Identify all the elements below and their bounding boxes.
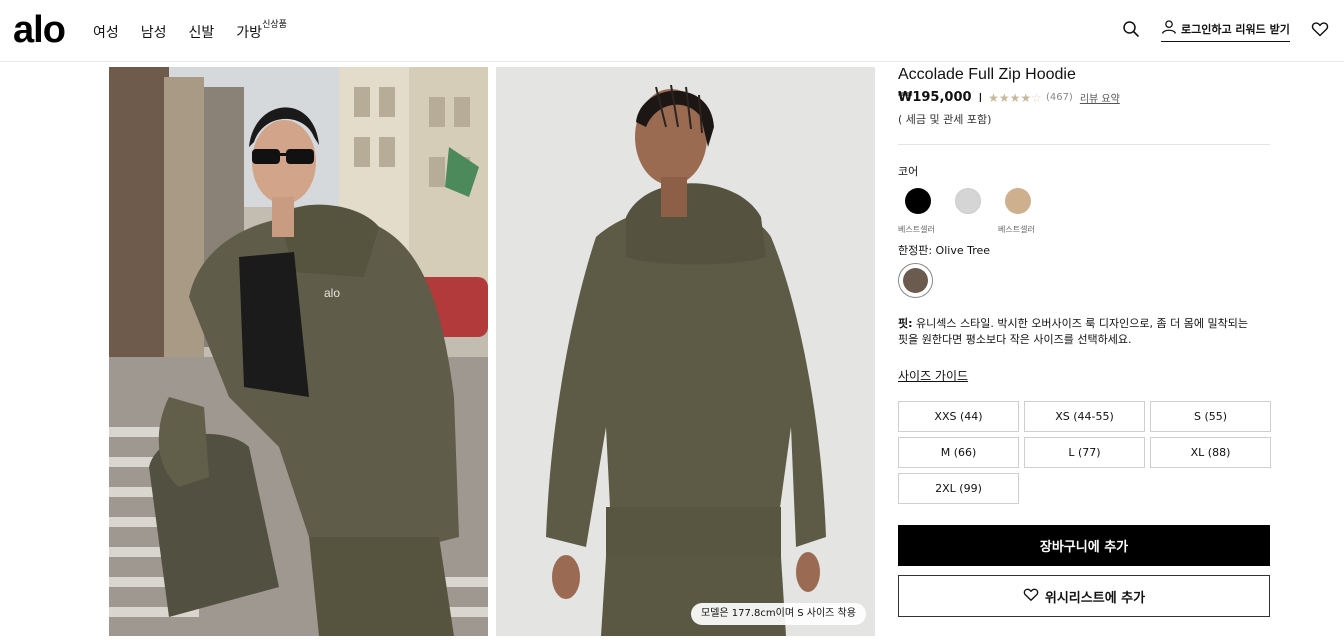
- nav-bags-label: 가방: [236, 25, 263, 41]
- size-option-l[interactable]: L (77): [1024, 437, 1145, 468]
- tax-note: ( 세금 및 관세 포함): [898, 113, 992, 126]
- login-label: 로그인하고 리워드 받기: [1181, 22, 1290, 36]
- product-image-back[interactable]: 모델은 177.8cm이며 S 사이즈 착용: [496, 67, 875, 636]
- divider: [898, 144, 1270, 145]
- product-price: ₩195,000: [898, 90, 972, 105]
- size-option-xs[interactable]: XS (44-55): [1024, 401, 1145, 432]
- size-option-xl[interactable]: XL (88): [1150, 437, 1271, 468]
- nav-shoes-label: 신발: [188, 25, 215, 41]
- product-title: Accolade Full Zip Hoodie: [898, 66, 1076, 83]
- fit-description: 핏: 유니섹스 스타일. 박시한 오버사이즈 룩 디자인으로, 좀 더 몸에 밀…: [898, 316, 1260, 348]
- size-option-2xl[interactable]: 2XL (99): [898, 473, 1019, 504]
- nav-new-badge: 신상품: [262, 20, 287, 30]
- fit-label: 핏:: [898, 317, 913, 330]
- bestseller-tag: 베스트셀러: [898, 225, 935, 234]
- color-swatch-grey[interactable]: [955, 188, 981, 214]
- nav-women[interactable]: 여성: [93, 22, 119, 42]
- color-swatch-black[interactable]: [905, 188, 931, 214]
- swatch-option: 베스트셀러: [998, 186, 1048, 238]
- search-icon[interactable]: [1122, 20, 1140, 38]
- core-swatches: 베스트셀러 베스트셀러: [898, 186, 1048, 238]
- size-guide-link[interactable]: 사이즈 가이드: [898, 367, 968, 384]
- swatch-option: [948, 186, 998, 238]
- size-option-s[interactable]: S (55): [1150, 401, 1271, 432]
- main-nav: 여성 남성 신발 가방 신상품: [93, 20, 287, 42]
- olive-tree-swatch-fill: [903, 268, 928, 293]
- size-option-xxs[interactable]: XXS (44): [898, 401, 1019, 432]
- star-filled-icon: ★: [998, 90, 1010, 105]
- product-image-lifestyle[interactable]: alo: [109, 67, 488, 636]
- color-swatch-olive-tree-selected[interactable]: [898, 263, 933, 298]
- alo-logo[interactable]: alo: [13, 8, 66, 52]
- price-separator: I: [978, 90, 983, 105]
- wishlist-label: 위시리스트에 추가: [1044, 590, 1146, 606]
- nav-shoes[interactable]: 신발: [189, 22, 215, 42]
- star-empty-icon: ☆: [1031, 90, 1042, 105]
- limited-edition-label: 한정판: Olive Tree: [898, 244, 991, 257]
- user-icon: [1161, 19, 1177, 38]
- rating-stars[interactable]: ★ ★ ★ ★ ☆: [988, 92, 1042, 104]
- nav-women-label: 여성: [93, 25, 119, 41]
- heart-icon[interactable]: [1311, 20, 1329, 38]
- price-rating-row: ₩195,000 I ★ ★ ★ ★ ☆ (467) 리뷰 요약: [898, 90, 1120, 105]
- heart-icon: [1023, 587, 1039, 606]
- star-filled-icon: ★: [988, 90, 999, 105]
- nav-men[interactable]: 남성: [141, 22, 167, 42]
- star-filled-icon: ★: [1009, 90, 1021, 105]
- model-size-badge: 모델은 177.8cm이며 S 사이즈 착용: [691, 603, 866, 625]
- swatch-option: 베스트셀러: [898, 186, 948, 238]
- nav-men-label: 남성: [140, 25, 167, 41]
- star-filled-icon: ★: [1020, 90, 1032, 105]
- size-option-m[interactable]: M (66): [898, 437, 1019, 468]
- login-rewards-link[interactable]: 로그인하고 리워드 받기: [1161, 19, 1290, 42]
- color-swatch-tan[interactable]: [1005, 188, 1031, 214]
- add-to-wishlist-button[interactable]: 위시리스트에 추가: [898, 575, 1270, 617]
- site-header: alo 여성 남성 신발 가방 신상품 로그인하고 리워드 받기: [0, 0, 1344, 62]
- nav-bags[interactable]: 가방 신상품: [236, 20, 287, 42]
- review-summary-link[interactable]: 리뷰 요약: [1080, 90, 1120, 105]
- svg-text:alo: alo: [324, 286, 340, 300]
- fit-text: 유니섹스 스타일. 박시한 오버사이즈 룩 디자인으로, 좀 더 몸에 밀착되는…: [898, 317, 1248, 346]
- bestseller-tag: 베스트셀러: [998, 225, 1035, 234]
- review-count[interactable]: (467): [1046, 92, 1073, 103]
- size-selector: XXS (44) XS (44-55) S (55) M (66) L (77)…: [898, 401, 1271, 504]
- add-to-cart-button[interactable]: 장바구니에 추가: [898, 525, 1270, 566]
- core-colors-label: 코어: [898, 165, 919, 178]
